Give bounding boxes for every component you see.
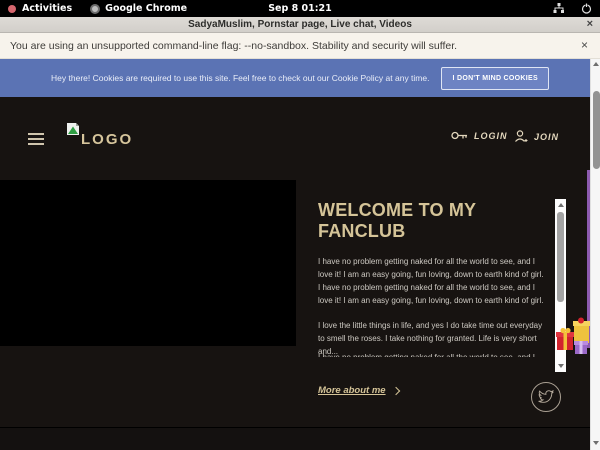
activities-button[interactable]: Activities (0, 3, 72, 14)
cookie-accept-button[interactable]: I DON'T MIND COOKIES (441, 67, 548, 90)
cookie-message: Hey there! Cookies are required to use t… (51, 73, 429, 83)
scroll-up-icon[interactable] (558, 203, 564, 207)
browser-scrollbar[interactable] (590, 59, 600, 450)
about-paragraph-clipped: I have no problem getting naked for all … (318, 351, 546, 357)
screen: Activities Google Chrome Sep 8 01:21 Sad… (0, 0, 600, 450)
notification-dot-icon (8, 5, 16, 13)
twitter-bird-icon (538, 390, 554, 404)
more-about-me-label: More about me (318, 385, 386, 396)
window-close-icon[interactable]: × (587, 18, 593, 30)
infobar-message: You are using an unsupported command-lin… (0, 40, 457, 52)
key-icon (451, 130, 468, 141)
chrome-appmenu-button[interactable]: Google Chrome (90, 3, 187, 14)
browser-scrollbar-thumb[interactable] (593, 91, 600, 169)
window-titlebar: SadyaMuslim, Pornstar page, Live chat, V… (0, 17, 600, 33)
window-title: SadyaMuslim, Pornstar page, Live chat, V… (188, 19, 412, 30)
cookie-banner: Hey there! Cookies are required to use t… (0, 59, 600, 97)
hamburger-menu-icon[interactable] (28, 133, 44, 145)
broken-image-icon (66, 122, 80, 136)
video-player-area[interactable] (0, 180, 296, 346)
welcome-heading: WELCOME TO MY FANCLUB (318, 200, 548, 242)
scroll-down-icon[interactable] (558, 364, 564, 368)
login-button[interactable]: LOGIN (451, 130, 508, 141)
chevron-right-icon (391, 386, 399, 394)
browser-scroll-up-icon[interactable] (593, 62, 599, 66)
browser-scroll-down-icon[interactable] (593, 441, 599, 445)
twitter-button[interactable] (531, 382, 561, 412)
gnome-top-bar: Activities Google Chrome Sep 8 01:21 (0, 0, 600, 17)
system-tray (553, 0, 592, 17)
more-about-me-link[interactable]: More about me (318, 385, 399, 396)
join-label: JOIN (534, 132, 559, 142)
infobar-close-icon[interactable]: × (581, 38, 588, 52)
flag-infobar: You are using an unsupported command-lin… (0, 33, 600, 59)
page-content: LOGO LOGIN JOIN WELCOME TO MY FANCLUB I … (0, 97, 590, 450)
logo-text: LOGO (81, 131, 133, 148)
gift-boxes-promo[interactable] (555, 317, 590, 359)
join-button[interactable]: JOIN (514, 130, 559, 143)
app-label: Google Chrome (105, 3, 187, 14)
login-label: LOGIN (474, 131, 508, 141)
about-paragraph: I have no problem getting naked for all … (318, 255, 546, 307)
footer-area (0, 428, 590, 450)
network-tree-icon[interactable] (553, 3, 565, 14)
content-scrollbar-thumb[interactable] (557, 212, 564, 302)
site-logo[interactable]: LOGO (66, 122, 133, 148)
add-user-icon (514, 130, 528, 143)
activities-label: Activities (22, 3, 72, 14)
power-icon[interactable] (581, 3, 592, 14)
chrome-icon (90, 4, 100, 14)
